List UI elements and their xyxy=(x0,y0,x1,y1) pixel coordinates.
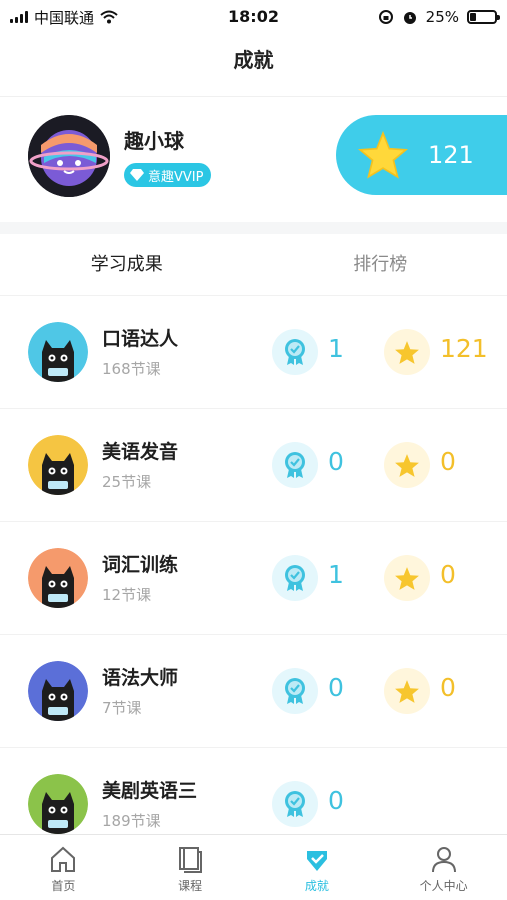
segment-tabs: 学习成果 排行榜 xyxy=(0,234,507,296)
medal-count: 1 xyxy=(328,334,344,363)
status-bar: 中国联通 18:02 25% xyxy=(0,0,507,34)
vip-label: 意趣VVIP xyxy=(148,169,204,185)
user-name: 趣小球 xyxy=(124,129,184,153)
battery-icon xyxy=(467,10,500,24)
star-icon xyxy=(358,131,408,179)
list-item[interactable]: 口语达人 168节课 1 121 xyxy=(0,296,507,409)
list-item[interactable]: 美语发音 25节课 0 0 xyxy=(0,409,507,522)
course-thumbnail xyxy=(28,435,88,495)
person-icon xyxy=(431,847,456,873)
book-icon xyxy=(179,847,203,873)
medal-icon xyxy=(285,452,305,478)
star-total-count: 121 xyxy=(428,141,474,169)
medal-icon xyxy=(285,339,305,365)
course-title: 词汇训练 xyxy=(102,554,179,576)
battery-percent: 25% xyxy=(425,8,459,26)
status-right: 25% xyxy=(378,0,500,34)
profile-header: 趣小球 意趣VVIP 121 xyxy=(0,96,507,216)
vip-badge[interactable]: 意趣VVIP xyxy=(124,163,212,187)
list-item[interactable]: 语法大师 7节课 0 0 xyxy=(0,635,507,748)
course-thumbnail xyxy=(28,548,88,608)
course-title: 美剧英语三 xyxy=(102,780,198,802)
course-thumbnail xyxy=(28,661,88,721)
course-title: 语法大师 xyxy=(102,667,179,689)
course-thumbnail xyxy=(28,322,88,382)
home-icon xyxy=(51,846,76,872)
star-badge xyxy=(384,668,430,714)
tab-leaderboard[interactable]: 排行榜 xyxy=(254,234,507,295)
medal-icon xyxy=(285,565,305,591)
tabbar-course[interactable]: 课程 xyxy=(127,835,254,900)
course-title: 口语达人 xyxy=(102,328,179,350)
course-thumbnail xyxy=(28,774,88,834)
star-icon xyxy=(395,566,419,590)
tabbar-profile-label: 个人中心 xyxy=(419,879,468,893)
medal-badge xyxy=(272,555,318,601)
list-item[interactable]: 词汇训练 12节课 1 0 xyxy=(0,522,507,635)
medal-badge xyxy=(272,442,318,488)
star-count: 0 xyxy=(440,447,456,476)
medal-badge xyxy=(272,668,318,714)
medal-count: 0 xyxy=(328,673,344,702)
star-badge xyxy=(384,329,430,375)
course-title: 美语发音 xyxy=(102,441,179,463)
medal-count: 0 xyxy=(328,447,344,476)
alarm-icon xyxy=(403,12,416,24)
course-lesson-count: 7节课 xyxy=(102,699,142,717)
course-list: 口语达人 168节课 1 121 美语发音 25节课 0 0 词汇训练 12节课… xyxy=(0,296,507,861)
tabbar-achievement[interactable]: 成就 xyxy=(254,835,381,900)
star-count: 121 xyxy=(440,334,488,363)
medal-count: 0 xyxy=(328,786,344,815)
course-lesson-count: 12节课 xyxy=(102,586,152,604)
course-lesson-count: 189节课 xyxy=(102,812,161,830)
medal-icon xyxy=(285,791,305,817)
medal-count: 1 xyxy=(328,560,344,589)
section-divider xyxy=(0,222,507,234)
star-badge xyxy=(384,442,430,488)
diamond-icon xyxy=(130,169,144,181)
tabbar-profile[interactable]: 个人中心 xyxy=(380,835,507,900)
course-lesson-count: 25节课 xyxy=(102,473,152,491)
tabbar-home-label: 首页 xyxy=(51,879,76,893)
tabbar-achievement-label: 成就 xyxy=(304,879,329,893)
avatar[interactable] xyxy=(28,115,110,197)
star-count: 0 xyxy=(440,673,456,702)
star-badge xyxy=(384,555,430,601)
course-lesson-count: 168节课 xyxy=(102,360,161,378)
tabbar-home[interactable]: 首页 xyxy=(0,835,127,900)
medal-badge xyxy=(272,781,318,827)
tabbar-course-label: 课程 xyxy=(178,879,203,893)
medal-icon xyxy=(306,851,327,871)
star-icon xyxy=(395,340,419,364)
medal-badge xyxy=(272,329,318,375)
page-title: 成就 xyxy=(233,48,274,72)
star-icon xyxy=(395,453,419,477)
rotation-lock-icon xyxy=(378,10,393,24)
tab-learning-results[interactable]: 学习成果 xyxy=(0,234,254,295)
star-icon xyxy=(395,679,419,703)
star-total-pill[interactable]: 121 xyxy=(336,115,507,195)
bottom-tab-bar: 首页 课程 成就 个人中心 xyxy=(0,834,507,900)
star-count: 0 xyxy=(440,560,456,589)
medal-icon xyxy=(285,678,305,704)
